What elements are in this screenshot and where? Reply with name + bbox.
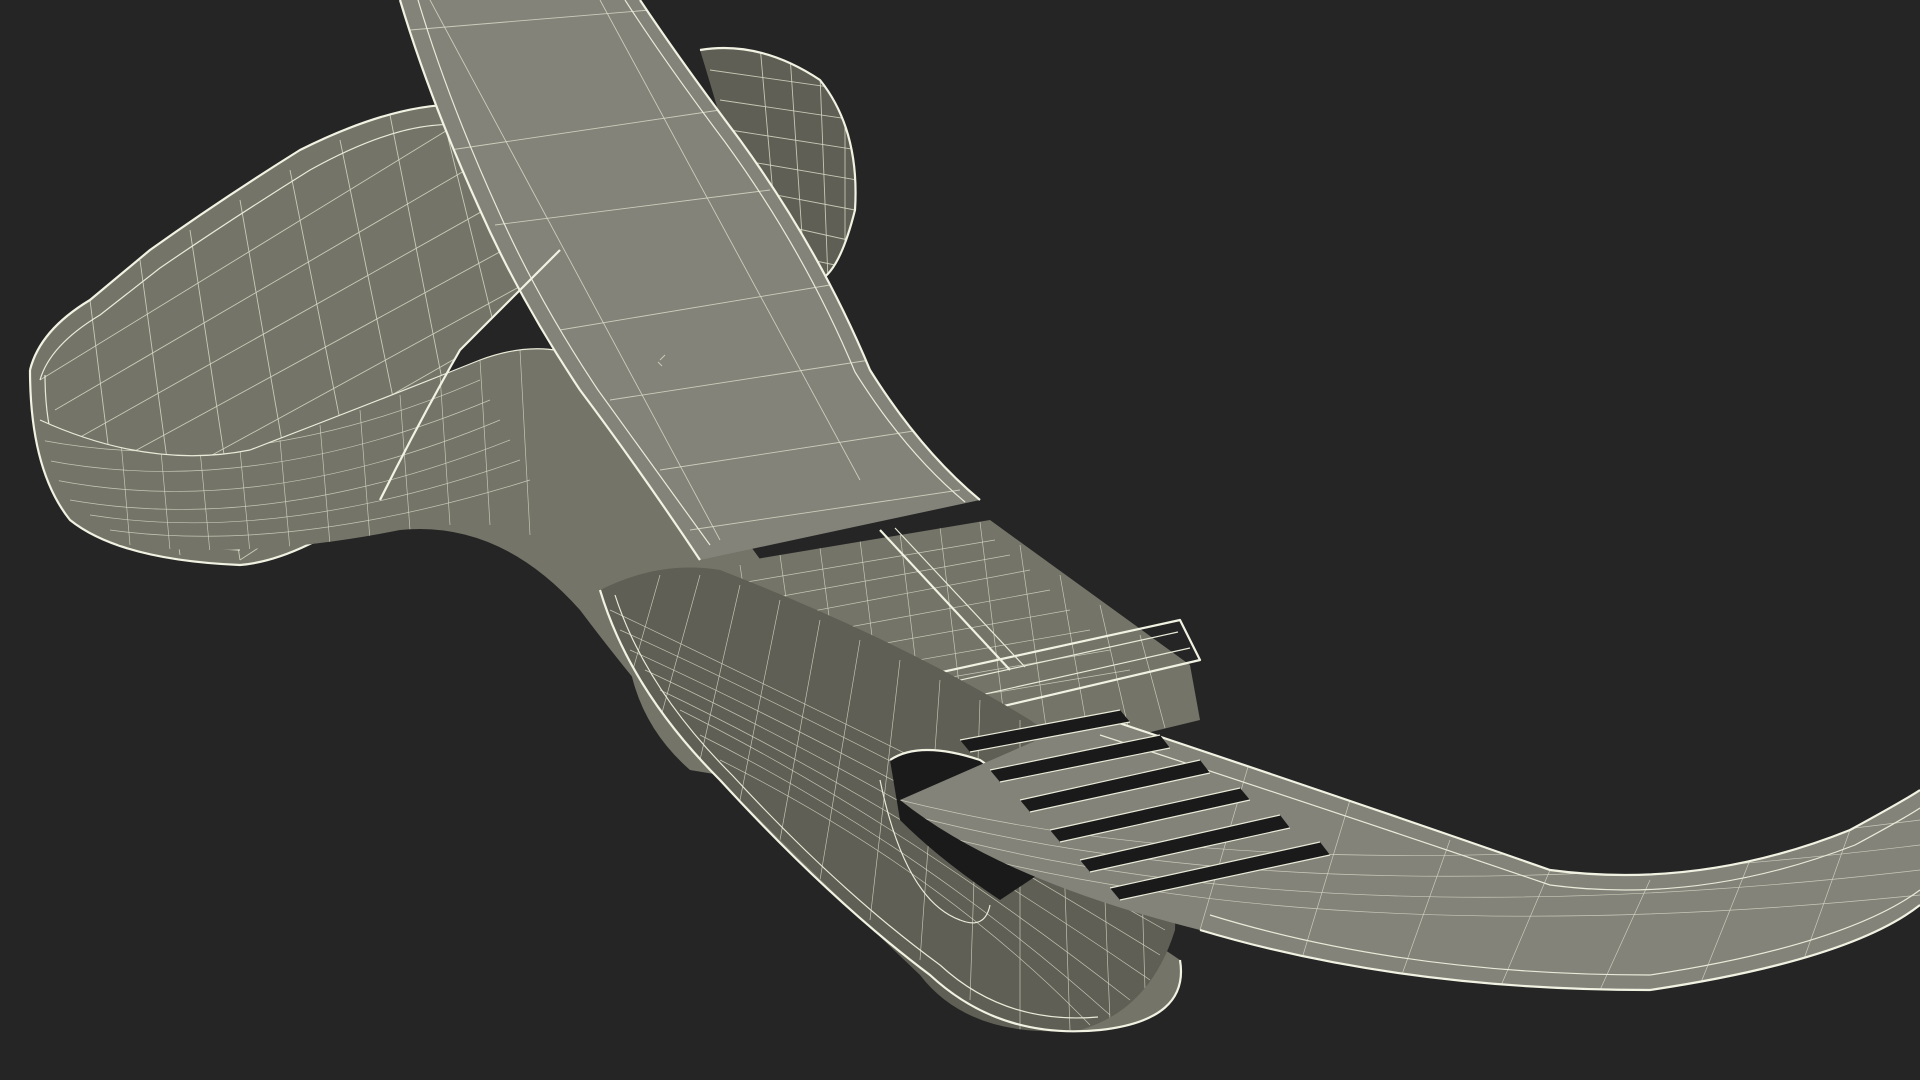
wireframe-model (28, 0, 1920, 1033)
render-viewport (0, 0, 1920, 1080)
